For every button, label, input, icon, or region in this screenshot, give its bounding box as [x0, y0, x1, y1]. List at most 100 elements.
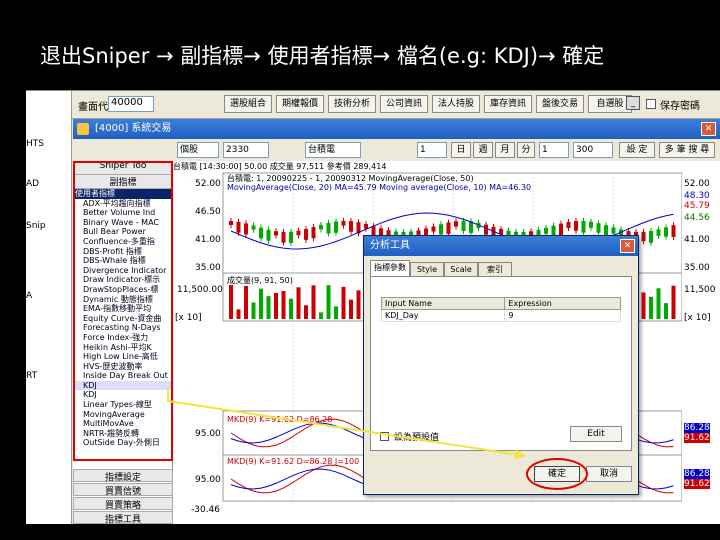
table-row[interactable]: KDJ_Day 9 — [380, 309, 621, 322]
indicator-item[interactable]: Inside Day Break Out — [73, 371, 173, 381]
candle-body — [341, 220, 346, 226]
toolbar-button-2[interactable]: 技術分析 — [328, 95, 376, 113]
indicator-list[interactable]: 使用者指標 ADX-平均趨向指標 Better Volume Ind Binary W… — [73, 189, 173, 461]
indicator-panel: Sniper Too 副指標 使用者指標 ADX-平均趨向指標 Better Vol… — [73, 161, 173, 524]
candle-body — [289, 231, 293, 243]
stock-code-input[interactable]: 2330 — [223, 142, 269, 158]
indicator-tools-button[interactable]: 指標工具 — [73, 511, 173, 524]
toolbar-button-6[interactable]: 盤後交易 — [536, 95, 584, 113]
indicator-item[interactable]: EMA-指數移動平均 — [73, 304, 173, 314]
right-tick-10: 86.28 — [684, 469, 710, 479]
indicator-item[interactable]: DBS-Whale 指標 — [73, 256, 173, 266]
volume-bar — [304, 305, 308, 319]
indicator-group-user[interactable]: 使用者指標 — [73, 189, 173, 199]
volume-bar — [244, 285, 248, 319]
left-strip-label-1: AD — [26, 179, 40, 189]
indicator-item[interactable]: Confluence-多重指 — [73, 237, 173, 247]
volume-bar — [274, 293, 278, 319]
code-input[interactable]: 40000 — [108, 96, 154, 112]
trade-strategy-button[interactable]: 買賣策略 — [73, 497, 173, 511]
left-tick-5: [x 10] — [175, 313, 202, 323]
indicator-item[interactable]: Better Volume Ind — [73, 208, 173, 218]
indicator-item[interactable]: Divergence Indicator — [73, 266, 173, 276]
stock-type-select[interactable]: 個股 — [177, 142, 219, 158]
indicator-item[interactable]: KDJ — [73, 380, 173, 391]
indicator-item[interactable]: DBS-Profit 指標 — [73, 247, 173, 257]
indicator-item[interactable]: DrawStopPlaces-標 — [73, 285, 173, 295]
set-default-checkbox[interactable] — [380, 432, 389, 441]
indicator-item[interactable]: Equity Curve-資金曲 — [73, 314, 173, 324]
candle-body — [641, 231, 646, 242]
right-tick-2: 45.79 — [684, 201, 710, 211]
indicator-item[interactable]: NRTR-趨勢反轉 — [73, 429, 173, 439]
indicator-item[interactable]: Dynamic 動態指標 — [73, 295, 173, 305]
indicator-item[interactable]: ADX-平均趨向指標 — [73, 199, 173, 209]
toolbar-button-5[interactable]: 庫存資訊 — [484, 95, 532, 113]
candle-body — [319, 224, 323, 230]
dialog-close-icon[interactable]: ✕ — [620, 239, 635, 253]
candle-body — [596, 223, 601, 233]
volume-bar — [319, 312, 323, 319]
toolbar-button-4[interactable]: 法人持股 — [432, 95, 480, 113]
right-tick-4: 41.00 — [684, 235, 710, 245]
trade-signal-button[interactable]: 買賣信號 — [73, 483, 173, 497]
tab-parameters[interactable]: 指標參數 — [370, 260, 410, 276]
indicator-item[interactable]: Draw Indicator-標示 — [73, 275, 173, 285]
right-tick-8: 86.28 — [684, 423, 710, 433]
tab-scale[interactable]: Scale — [444, 262, 478, 276]
set-default-label: 設為預設值 — [394, 433, 440, 443]
slide-title: 退出Sniper → 副指標→ 使用者指標→ 檔名(e.g: KDJ)→ 確定 — [40, 44, 605, 68]
indicator-item[interactable]: KDJ — [73, 390, 173, 400]
indicator-item[interactable]: Linear Types-線型 — [73, 400, 173, 410]
tab-style[interactable]: Style — [410, 262, 444, 276]
candle-body — [281, 231, 286, 243]
indicator-item[interactable]: Bull Bear Power — [73, 227, 173, 237]
candle-body — [229, 221, 233, 225]
close-icon[interactable]: ✕ — [701, 122, 716, 136]
right-tick-7: [x 10] — [684, 313, 711, 323]
indicator-item[interactable]: HVS-歷史波動率 — [73, 362, 173, 372]
tab-index[interactable]: 索引 — [478, 262, 512, 276]
indicator-item[interactable]: MovingAverage — [73, 410, 173, 420]
left-tick-7: 95.00 — [195, 475, 221, 485]
save-password-checkbox[interactable] — [646, 99, 656, 109]
candle-body — [581, 220, 586, 233]
period-day-button[interactable]: 日 — [451, 142, 471, 158]
tick-select[interactable]: 1 — [539, 142, 569, 158]
candle-body — [349, 221, 353, 232]
period-minute-button[interactable]: 分 — [517, 142, 535, 158]
cancel-button[interactable]: 取消 — [586, 466, 632, 482]
indicator-item[interactable]: Binary Wave - MAC — [73, 218, 173, 228]
toolbar-button-3[interactable]: 公司資訊 — [380, 95, 428, 113]
toolbar-button-0[interactable]: 選股組合 — [224, 95, 272, 113]
right-tick-0: 52.00 — [684, 179, 710, 189]
volume-bar — [334, 306, 338, 319]
toolbar-button-1[interactable]: 期權報價 — [276, 95, 324, 113]
indicator-item[interactable]: Force Index-強力 — [73, 333, 173, 343]
candle-body — [544, 227, 548, 234]
edit-button[interactable]: Edit — [570, 426, 622, 442]
settings-button[interactable]: 設 定 — [619, 142, 655, 158]
candle-body — [574, 221, 578, 231]
minimize-icon[interactable]: _ — [626, 96, 640, 110]
period-count-select[interactable]: 1 — [417, 142, 447, 158]
indicator-item[interactable]: Forecasting N-Days — [73, 323, 173, 333]
candle-body — [611, 227, 616, 234]
indicator-item[interactable]: OutSide Day-外側日 — [73, 438, 173, 448]
indicator-settings-button[interactable]: 指標設定 — [73, 469, 173, 483]
candle-body — [364, 223, 368, 229]
period-week-button[interactable]: 週 — [473, 142, 493, 158]
indicator-item[interactable]: High Low Line-高低 — [73, 352, 173, 362]
period-month-button[interactable]: 月 — [495, 142, 515, 158]
sub-indicator-header[interactable]: 副指標 — [73, 175, 173, 189]
col-input-name: Input Name — [380, 297, 506, 310]
multi-search-button[interactable]: 多 筆 搜 尋 — [659, 142, 715, 158]
volume-bar — [649, 296, 653, 319]
param-value[interactable]: 9 — [504, 309, 621, 322]
indicator-item[interactable]: MultiMovAve — [73, 419, 173, 429]
bars-select[interactable]: 300 — [573, 142, 613, 158]
candle-body — [274, 231, 278, 236]
indicator-item[interactable]: Heikin Ashi-平均K — [73, 343, 173, 353]
indicator-panel-header[interactable]: Sniper Too — [73, 161, 173, 175]
candle-body — [454, 221, 458, 227]
